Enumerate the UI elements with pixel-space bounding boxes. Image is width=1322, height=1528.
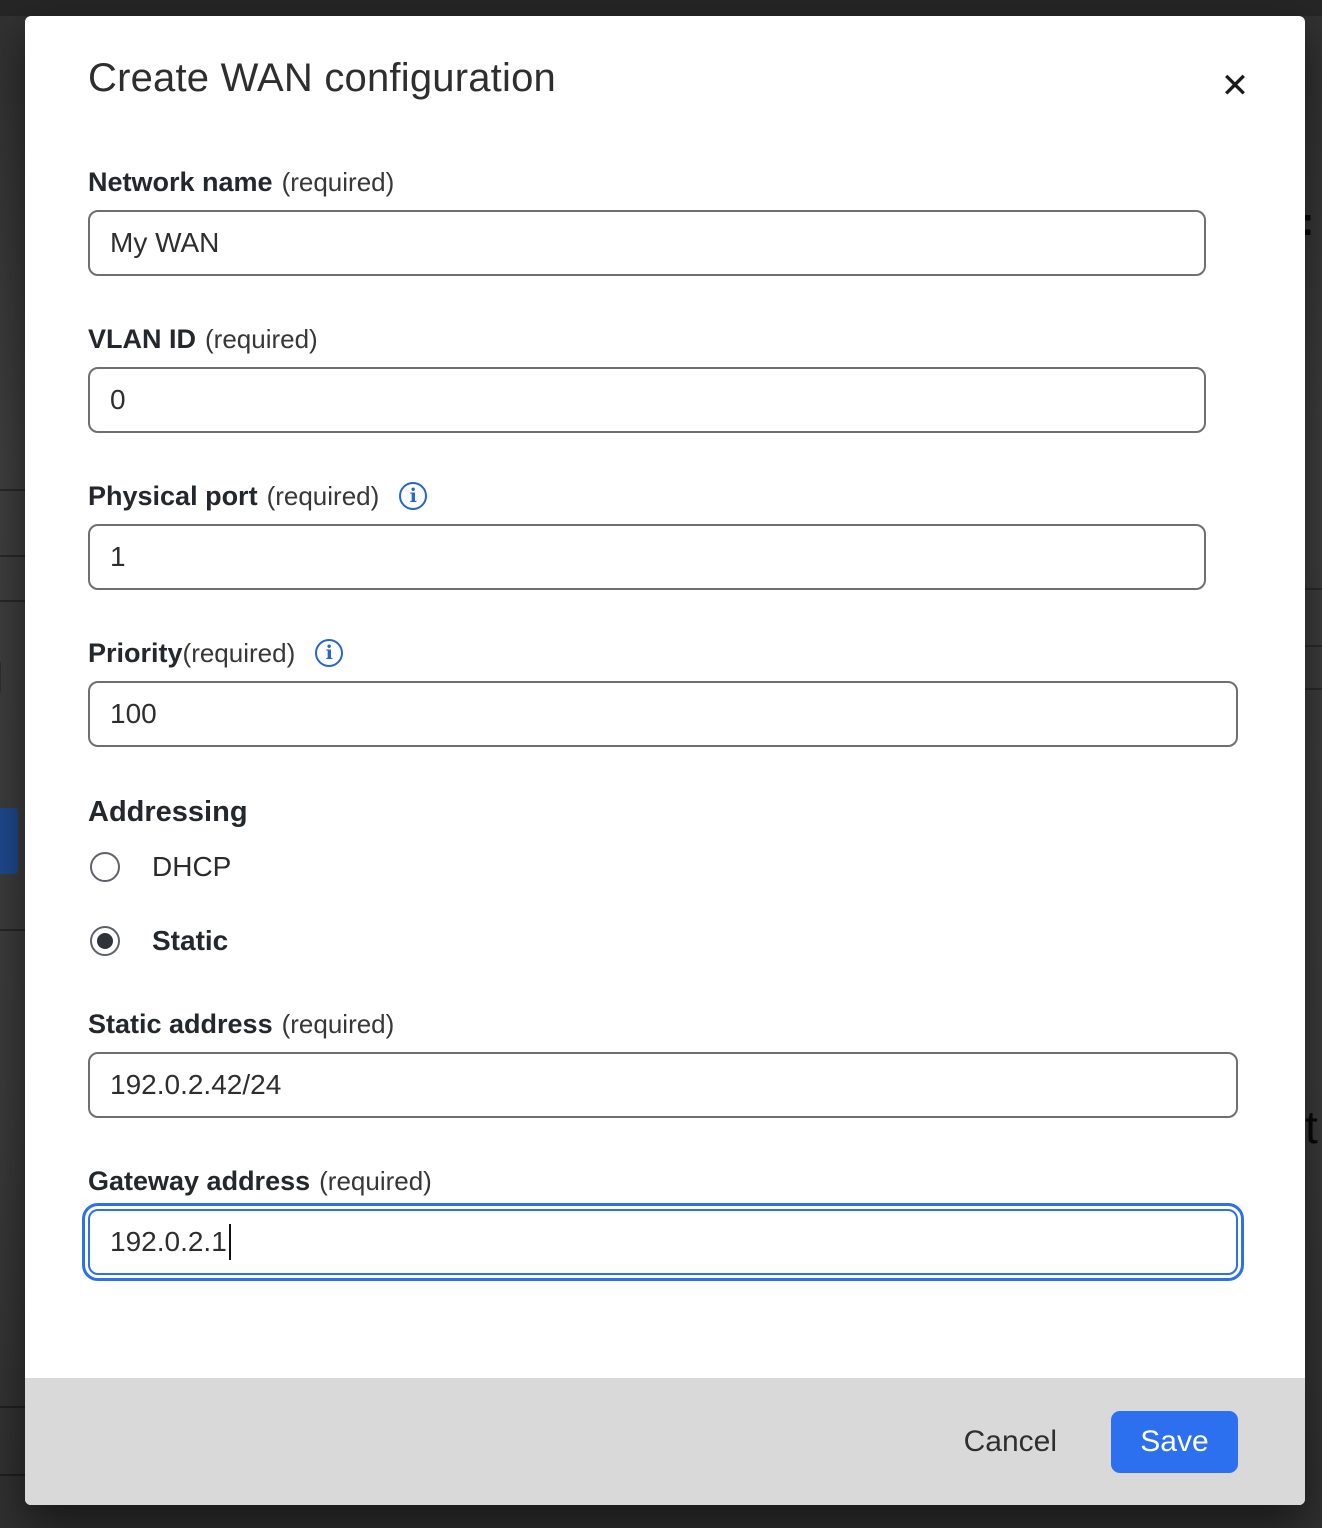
priority-required-hint: (required): [183, 638, 296, 669]
field-physical-port: Physical port (required) i: [88, 478, 1263, 590]
create-wan-configuration-modal: ✕ Create WAN configuration Network name …: [25, 16, 1305, 1505]
dhcp-radio-button[interactable]: [90, 852, 120, 882]
static-address-input[interactable]: [88, 1052, 1238, 1118]
vlan-id-label: VLAN ID: [88, 324, 196, 355]
physical-port-label-row: Physical port (required) i: [88, 478, 1263, 514]
background-button-fragment: [0, 808, 18, 874]
physical-port-input[interactable]: [88, 524, 1206, 590]
field-gateway-address: Gateway address (required) 192.0.2.1: [88, 1163, 1263, 1275]
modal-footer: Cancel Save: [25, 1378, 1305, 1505]
network-name-input[interactable]: [88, 210, 1206, 276]
static-radio-button[interactable]: [90, 926, 120, 956]
field-priority: Priority (required) i: [88, 635, 1263, 747]
field-static-address: Static address (required): [88, 1006, 1263, 1118]
static-radio-label: Static: [152, 925, 228, 957]
static-address-label-row: Static address (required): [88, 1006, 1263, 1042]
background-row-divider: [0, 1474, 25, 1476]
field-vlan-id: VLAN ID (required): [88, 321, 1263, 433]
physical-port-required-hint: (required): [267, 481, 380, 512]
dhcp-radio-label: DHCP: [152, 851, 231, 883]
gateway-address-input[interactable]: 192.0.2.1: [88, 1209, 1238, 1275]
gateway-address-required-hint: (required): [319, 1166, 432, 1197]
network-name-label-row: Network name (required): [88, 164, 1263, 200]
gateway-address-value: 192.0.2.1: [110, 1226, 227, 1258]
text-cursor: [229, 1224, 231, 1260]
info-icon[interactable]: i: [399, 482, 427, 510]
priority-label: Priority: [88, 638, 183, 669]
close-button[interactable]: ✕: [1213, 64, 1257, 108]
background-text-fragment: g: [0, 640, 4, 705]
static-address-label: Static address: [88, 1009, 273, 1040]
vlan-id-required-hint: (required): [205, 324, 318, 355]
background-row-divider: [0, 1406, 25, 1408]
radio-option-dhcp[interactable]: DHCP: [90, 852, 1263, 882]
background-page-fragments-right: : l t: [1305, 0, 1322, 1528]
vlan-id-label-row: VLAN ID (required): [88, 321, 1263, 357]
background-row-divider: [0, 489, 25, 491]
info-icon-glyph: i: [326, 642, 333, 664]
background-row-divider: [0, 600, 25, 602]
gateway-address-label-row: Gateway address (required): [88, 1163, 1263, 1199]
modal-title: Create WAN configuration: [88, 54, 1263, 102]
radio-option-static[interactable]: Static: [90, 926, 1263, 956]
dimmed-page-overlay: g u : l t ✕ Create WAN configuration Net…: [0, 0, 1322, 1528]
background-row-divider: [1305, 645, 1322, 647]
close-icon: ✕: [1221, 69, 1250, 103]
background-header-strip: [0, 0, 1322, 16]
cancel-button[interactable]: Cancel: [960, 1417, 1061, 1467]
addressing-heading: Addressing: [88, 792, 1263, 832]
priority-input[interactable]: [88, 681, 1238, 747]
background-row-divider: [1305, 688, 1322, 690]
gateway-address-label: Gateway address: [88, 1166, 310, 1197]
static-address-required-hint: (required): [282, 1009, 395, 1040]
info-icon-glyph: i: [410, 485, 417, 507]
background-text-fragment: t: [1305, 1100, 1318, 1154]
background-row-divider: [0, 555, 25, 557]
field-network-name: Network name (required): [88, 164, 1263, 276]
priority-label-row: Priority (required) i: [88, 635, 1263, 671]
info-icon[interactable]: i: [315, 639, 343, 667]
network-name-required-hint: (required): [282, 167, 395, 198]
save-button[interactable]: Save: [1111, 1411, 1238, 1473]
network-name-label: Network name: [88, 167, 273, 198]
vlan-id-input[interactable]: [88, 367, 1206, 433]
addressing-section: Addressing DHCP Static: [88, 792, 1263, 956]
background-row-divider: [0, 929, 25, 931]
background-text-fragment: : l: [1305, 200, 1322, 245]
background-row-divider: [1305, 588, 1322, 590]
background-page-fragments-left: g u: [0, 0, 25, 1528]
physical-port-label: Physical port: [88, 481, 258, 512]
